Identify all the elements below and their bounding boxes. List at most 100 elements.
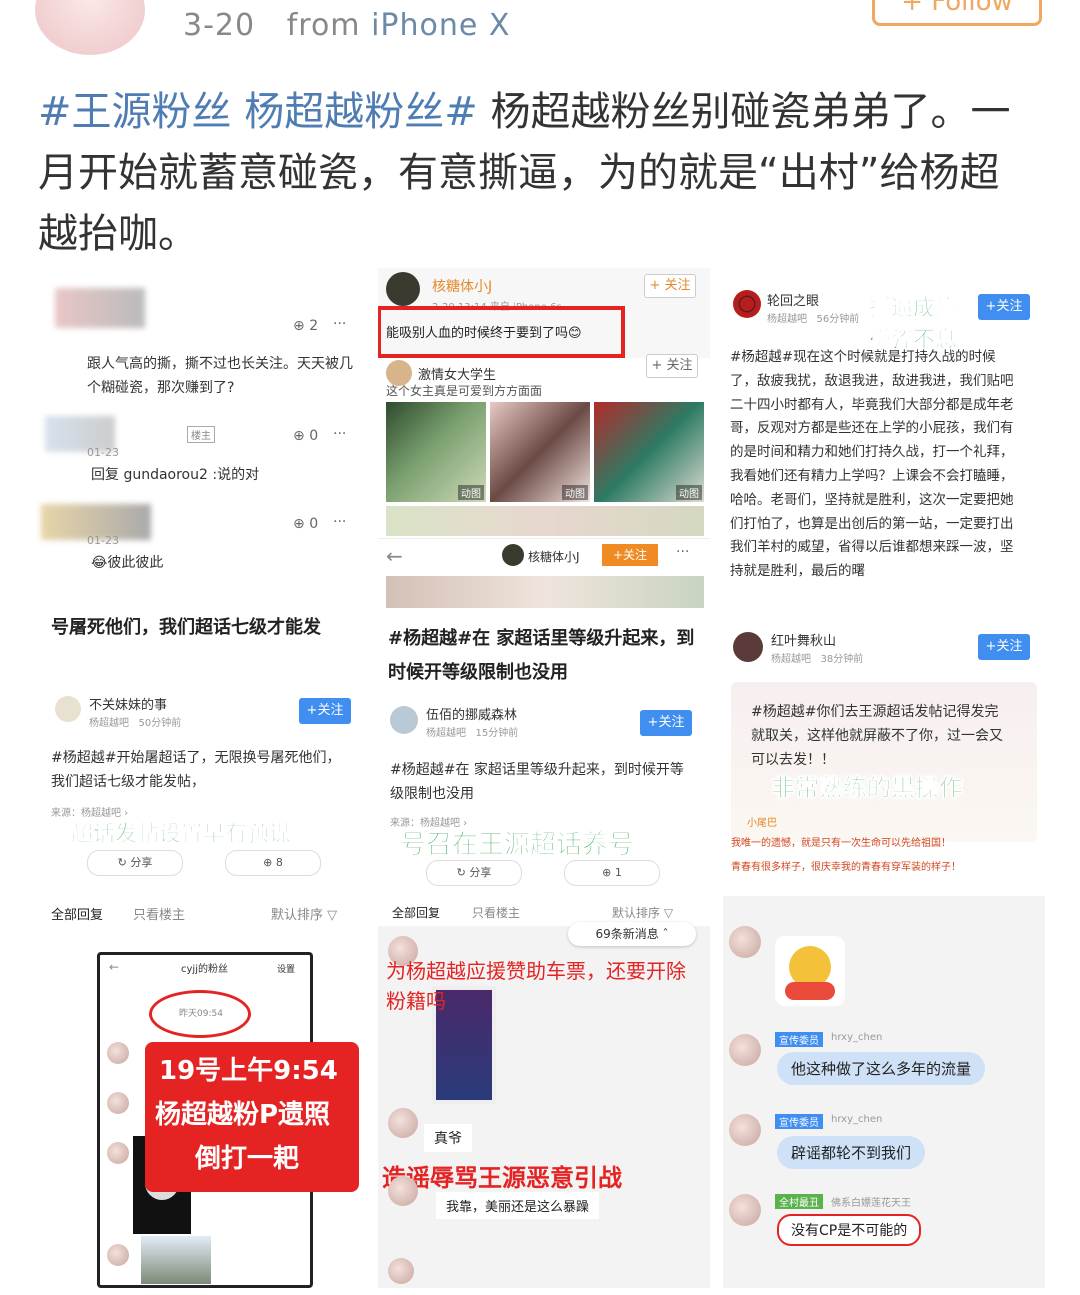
sort-dropdown[interactable]: 默认排序 ▽ xyxy=(612,904,673,921)
follow-button[interactable]: +关注 xyxy=(299,698,351,724)
screenshot-phone-chat[interactable]: 全部回复 只看楼主 默认排序 ▽ ← cyjj的粉丝 设置 昨天09:54 19… xyxy=(35,896,365,1288)
op-badge: 楼主 xyxy=(187,426,215,443)
follow-button[interactable]: +关注 xyxy=(978,294,1030,320)
chat-avatar xyxy=(107,1092,129,1114)
chat-username: 佛系白嫖莲花天王 xyxy=(831,1198,911,1209)
user-avatar xyxy=(55,696,81,722)
inner-follow-button[interactable]: + 关注 xyxy=(646,354,698,378)
chat-avatar xyxy=(388,1258,414,1284)
screenshot-supertopic-1[interactable]: 号屠死他们，我们超话七级才能发 不关妹妹的事 杨超越吧 50分钟前 +关注 #杨… xyxy=(35,608,365,888)
user-name[interactable]: 红叶舞秋山 xyxy=(771,630,836,649)
more-icon[interactable]: ··· xyxy=(333,426,346,442)
share-button[interactable]: ↻ 分享 xyxy=(426,860,522,886)
bar-follow-button[interactable]: +关注 xyxy=(602,544,658,566)
phone-settings[interactable]: 设置 xyxy=(277,962,295,975)
repost-quote: 能吸别人血的时候终于要到了吗😊 xyxy=(386,326,582,341)
back-icon[interactable]: ← xyxy=(386,544,403,568)
red-caption-2: 造谣辱骂王源恶意引战 xyxy=(382,1164,622,1192)
more-icon[interactable]: ··· xyxy=(333,514,346,530)
post-body: #杨超越#在 家超话里等级升起来，到时候开等级限制也没用 xyxy=(390,762,684,802)
caption-overlay: 超话发帖设置早有预谋 xyxy=(71,822,292,848)
comment1-like-count: ⊕ 2 xyxy=(293,318,319,334)
new-messages-pill[interactable]: 69条新消息 ˆ xyxy=(568,922,696,946)
tab-all-replies[interactable]: 全部回复 xyxy=(51,904,103,923)
comment3-date: 01-23 xyxy=(87,534,119,547)
screenshot-supertopic-2[interactable]: #杨超越#在 家超话里等级升起来，到时候开等级限制也没用 伍佰的挪威森林 杨超越… xyxy=(378,608,710,888)
user-name[interactable]: 伍佰的挪威森林 xyxy=(426,704,517,723)
gif-tag: 动图 xyxy=(458,485,484,500)
chat-image xyxy=(141,1236,211,1284)
gif-thumbnail[interactable]: 动图 xyxy=(594,402,704,502)
user-avatar[interactable] xyxy=(35,0,145,55)
chat-bubble: 真爷 xyxy=(424,1124,472,1152)
chat-avatar xyxy=(388,1108,418,1138)
screenshot-comments[interactable]: ⊕ 2 ··· 跟人气高的撕，撕不过也长关注。天天被几个糊碰瓷，那次赚到了? 楼… xyxy=(35,268,365,608)
post-line1: 杨超越粉丝别碰瓷弟弟了。一 xyxy=(477,89,1011,135)
chat-avatar xyxy=(107,1142,129,1164)
post-hashtag[interactable]: #王源粉丝 杨超越粉丝# xyxy=(38,89,478,135)
user-avatar xyxy=(733,632,763,662)
user-name[interactable]: 轮回之眼 xyxy=(767,290,819,309)
caption-line1: 19号上午9:54 xyxy=(159,1056,338,1086)
chat-bubble: 辟谣都轮不到我们 xyxy=(777,1136,926,1169)
chat-username: hrxy_chen xyxy=(831,1032,883,1043)
time-stamp: 昨天09:54 xyxy=(179,1009,223,1019)
comment-button[interactable]: ⊕ 1 xyxy=(564,860,660,886)
user-name[interactable]: 不关妹妹的事 xyxy=(89,694,167,713)
phone-back-icon[interactable]: ← xyxy=(109,960,119,974)
user-avatar xyxy=(390,706,418,734)
phone-title: cyjj的粉丝 xyxy=(181,964,228,975)
caption-overlay: 号召在王源超话养号 xyxy=(400,830,635,861)
gif-thumbnail[interactable]: 动图 xyxy=(490,402,590,502)
chat-avatar xyxy=(107,1244,129,1266)
poster-name[interactable]: 核糖体小J xyxy=(432,276,492,296)
user-sub: 杨超越吧 56分钟前 xyxy=(767,314,860,325)
post-body: #杨超越#现在这个时候就是打持久战的时候了，敌疲我扰，敌退我进，敌进我进，我们贴… xyxy=(730,349,1014,580)
red-caption-1: 为杨超越应援赞助车票，还要开除粉籍吗 xyxy=(386,959,686,1013)
image-grid: ⊕ 2 ··· 跟人气高的撕，撕不过也长关注。天天被几个糊碰瓷，那次赚到了? 楼… xyxy=(35,268,1045,1288)
comment-button[interactable]: ⊕ 8 xyxy=(225,850,321,876)
inner-text: 这个女主真是可爱到方方面面 xyxy=(386,384,543,398)
signature-line1: 我唯一的遗憾，就是只有一次生命可以先给祖国！ xyxy=(731,838,951,849)
gif-thumbnail[interactable]: 动图 xyxy=(386,402,486,502)
tab-op-only[interactable]: 只看楼主 xyxy=(472,904,520,921)
inner-name: 激情女大学生 xyxy=(418,368,497,383)
screenshot-thread[interactable]: 全部回复 只看楼主 默认排序 ▽ 69条新消息 ˆ 为杨超越应援赞助车票，还要开… xyxy=(378,896,710,1288)
tab-all-replies[interactable]: 全部回复 xyxy=(392,904,440,921)
screenshot-supertopic-3[interactable]: 红叶舞秋山 杨超越吧 38分钟前 +关注 #杨超越#你们去王源超话发帖记得发完就… xyxy=(723,608,1045,888)
post-body: #杨超越#开始屠超话了，无限换号屠死他们，我们超话七级才能发帖， xyxy=(51,750,341,790)
post-header: 3-20 from iPhone X + Follow xyxy=(0,0,1080,70)
user-sub: 杨超越吧 15分钟前 xyxy=(426,728,519,739)
chat-avatar xyxy=(729,1034,761,1066)
user-sub: 杨超越吧 38分钟前 xyxy=(771,654,864,665)
tab-op-only[interactable]: 只看楼主 xyxy=(133,904,185,923)
screenshot-group-chat[interactable]: 宣传委员 hrxy_chen 他这种做了这么多年的流量 宣传委员 hrxy_ch… xyxy=(723,896,1045,1288)
post-source-prefix: from xyxy=(286,8,361,43)
follow-button[interactable]: + 关注 xyxy=(644,274,696,298)
follow-button[interactable]: + Follow xyxy=(872,0,1042,26)
screenshot-longpost[interactable]: 撕逼成瘾 碰瓷不息 轮回之眼 杨超越吧 56分钟前 +关注 #杨超越#现在这个时… xyxy=(723,268,1045,608)
user-avatar xyxy=(733,290,761,318)
chat-bubble: 没有CP是不可能的 xyxy=(777,1214,922,1246)
role-badge: 全村最丑 xyxy=(775,1194,823,1209)
post-meta: 3-20 from iPhone X xyxy=(183,8,510,43)
blurred-avatar xyxy=(55,288,145,328)
sticker xyxy=(775,936,845,1006)
post-text: #王源粉丝 杨超越粉丝# 杨超越粉丝别碰瓷弟弟了。一 月开始就蓄意碰瓷，有意撕逼… xyxy=(38,82,1048,265)
more-icon[interactable]: ··· xyxy=(333,316,346,332)
post-source[interactable]: iPhone X xyxy=(371,8,510,43)
bar-avatar xyxy=(502,544,524,566)
role-badge: 宣传委员 xyxy=(775,1114,823,1129)
follow-button[interactable]: +关注 xyxy=(640,710,692,736)
caption-overlay: 非常熟练的黑操作 xyxy=(771,774,964,803)
gif-tag: 动图 xyxy=(562,485,588,500)
sort-dropdown[interactable]: 默认排序 ▽ xyxy=(271,904,337,923)
post-date: 3-20 xyxy=(183,8,256,43)
share-button[interactable]: ↻ 分享 xyxy=(87,850,183,876)
post-headline: #杨超越#在 家超话里等级升起来，到时候开等级限制也没用 xyxy=(388,628,695,683)
screenshot-repost[interactable]: 核糖体小J + 关注 2-20 13:14 来自 iPhone 6s 能吸别人血… xyxy=(378,268,710,608)
more-icon[interactable]: ··· xyxy=(676,544,689,560)
follow-button[interactable]: +关注 xyxy=(978,634,1030,660)
signature-line2: 青春有很多样子，很庆幸我的青春有穿军装的样子！ xyxy=(731,862,961,873)
chat-avatar xyxy=(388,1176,418,1206)
